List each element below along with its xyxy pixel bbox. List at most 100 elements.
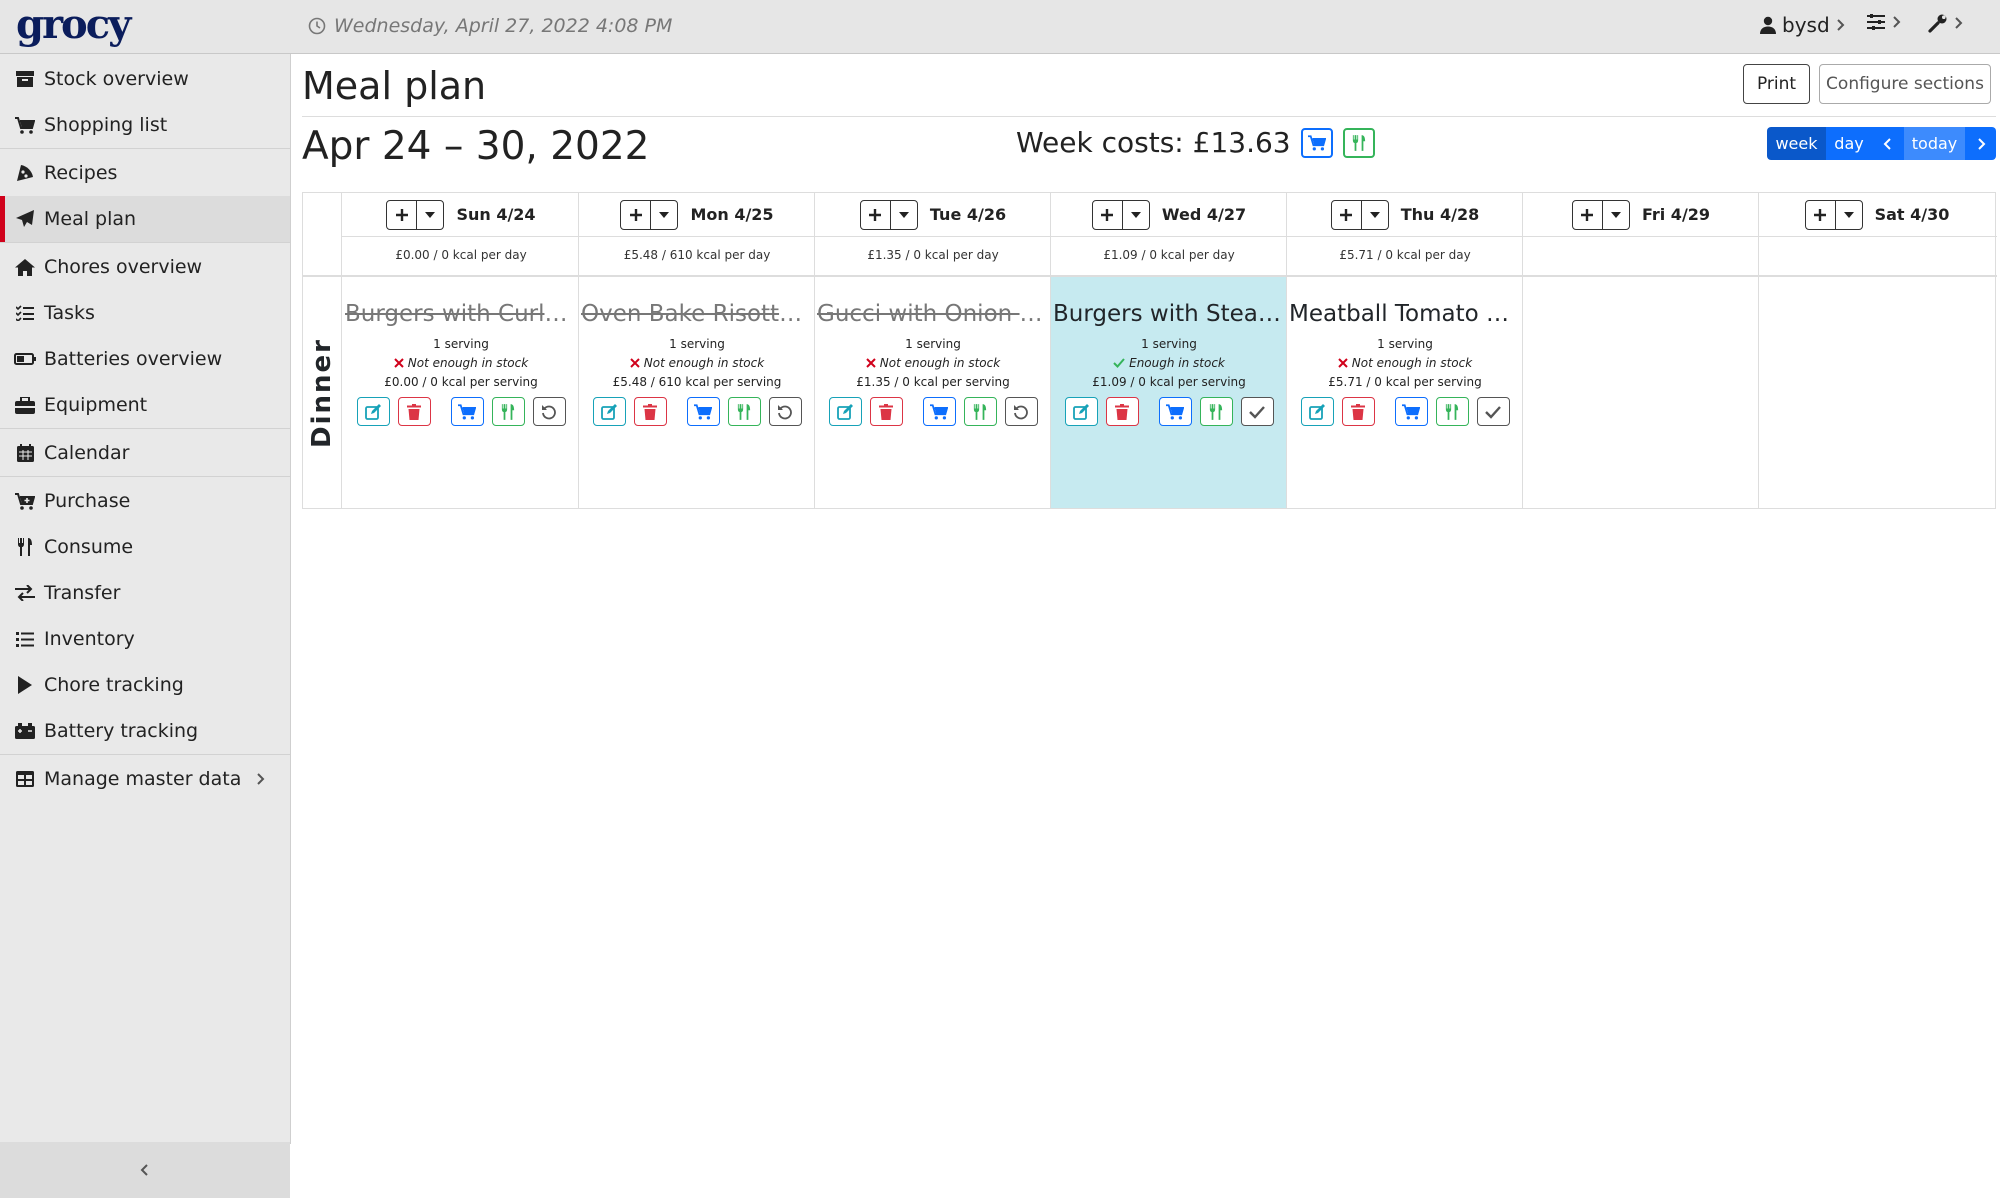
delete-meal-button[interactable] (1105, 397, 1139, 426)
add-to-shopping-list-button[interactable] (1158, 397, 1192, 426)
delete-meal-button[interactable] (1341, 397, 1375, 426)
add-to-shopping-list-button[interactable] (450, 397, 484, 426)
car-battery-icon (14, 723, 36, 739)
caret-down-icon (1130, 211, 1141, 218)
recipe-title[interactable]: Meatball Tomato Spaghetti (1287, 301, 1523, 327)
add-to-shopping-list-button[interactable] (686, 397, 720, 426)
add-to-shopping-list-button[interactable] (1394, 397, 1428, 426)
print-button[interactable]: Print (1743, 64, 1810, 104)
recipe-title[interactable]: Burgers with Steak Fries (1051, 301, 1287, 327)
sidebar-item-equipment[interactable]: Equipment (0, 382, 290, 428)
add-dropdown-button[interactable] (417, 201, 443, 229)
sidebar-item-inventory[interactable]: Inventory (0, 616, 290, 662)
add-to-shopping-list-button[interactable] (922, 397, 956, 426)
calendar-icon (14, 444, 36, 462)
add-dropdown-button[interactable] (1836, 201, 1862, 229)
sidebar-item-chores-overview[interactable]: Chores overview (0, 244, 290, 290)
edit-meal-button[interactable] (1300, 397, 1334, 426)
add-recipe-button[interactable] (1573, 200, 1603, 229)
delete-meal-button[interactable] (869, 397, 903, 426)
delete-meal-button[interactable] (633, 397, 667, 426)
sidebar-item-shopping-list[interactable]: Shopping list (0, 102, 290, 148)
sidebar-item-batteries-overview[interactable]: Batteries overview (0, 336, 290, 382)
next-week-button[interactable] (1965, 127, 1996, 160)
edit-meal-button[interactable] (1064, 397, 1098, 426)
sidebar-collapse-button[interactable] (0, 1142, 290, 1198)
recipe-servings: 1 serving (1377, 337, 1433, 351)
add-meal-button-group (386, 199, 445, 230)
consume-recipe-button[interactable] (727, 397, 761, 426)
add-dropdown-button[interactable] (651, 201, 677, 229)
sidebar-item-manage-master-data[interactable]: Manage master data (0, 756, 290, 802)
sidebar-item-purchase[interactable]: Purchase (0, 478, 290, 524)
chevron-right-icon (1977, 137, 1985, 150)
tasks-icon (14, 305, 36, 321)
sidebar-item-recipes[interactable]: Recipes (0, 150, 290, 196)
sidebar-item-chore-tracking[interactable]: Chore tracking (0, 662, 290, 708)
sidebar-item-label: Calendar (44, 442, 130, 464)
edit-meal-button[interactable] (356, 397, 390, 426)
sidebar-divider (0, 754, 290, 755)
add-dropdown-button[interactable] (1362, 201, 1388, 229)
edit-icon (601, 403, 617, 420)
add-dropdown-button[interactable] (1123, 201, 1149, 229)
today-button[interactable]: today (1904, 127, 1965, 160)
configure-sections-button[interactable]: Configure sections (1819, 64, 1991, 104)
sidebar-item-transfer[interactable]: Transfer (0, 570, 290, 616)
user-menu[interactable]: bysd (1760, 13, 1845, 37)
week-view-button[interactable]: week (1767, 127, 1826, 160)
add-recipe-button[interactable] (1093, 200, 1123, 229)
sidebar-item-meal-plan[interactable]: Meal plan (0, 196, 290, 242)
undo-done-button[interactable] (532, 397, 566, 426)
add-dropdown-button[interactable] (891, 201, 917, 229)
pizza-icon (14, 164, 36, 182)
mark-done-button[interactable] (1240, 397, 1274, 426)
consume-recipe-button[interactable] (963, 397, 997, 426)
add-meal-button-group (859, 199, 918, 230)
utensils-icon (501, 403, 515, 420)
add-recipe-button[interactable] (861, 200, 891, 229)
add-dropdown-button[interactable] (1603, 201, 1629, 229)
recipe-title[interactable]: Burgers with Curly Fries (343, 301, 579, 327)
undo-icon (1014, 404, 1028, 419)
consume-recipe-button[interactable] (1435, 397, 1469, 426)
add-meal-button-group (620, 199, 679, 230)
prev-week-button[interactable] (1872, 127, 1904, 160)
delete-meal-button[interactable] (397, 397, 431, 426)
meal-actions (343, 397, 579, 426)
recipe-title[interactable]: Gucci with Onion and Herbs (815, 301, 1051, 327)
sidebar-item-consume[interactable]: Consume (0, 524, 290, 570)
sidebar-item-stock-overview[interactable]: Stock overview (0, 56, 290, 102)
settings-menu[interactable] (1866, 13, 1901, 31)
add-recipe-button[interactable] (621, 200, 652, 229)
sidebar-item-tasks[interactable]: Tasks (0, 290, 290, 336)
add-recipe-button[interactable] (387, 200, 418, 229)
sidebar-item-battery-tracking[interactable]: Battery tracking (0, 708, 290, 754)
consume-recipe-button[interactable] (491, 397, 525, 426)
caret-down-icon (898, 211, 909, 218)
recipe-title[interactable]: Oven Bake Risotto (Vegetarian) (579, 301, 815, 327)
chevron-right-icon (1954, 16, 1963, 30)
add-week-to-shopping-list-button[interactable] (1300, 127, 1333, 158)
undo-done-button[interactable] (768, 397, 802, 426)
edit-meal-button[interactable] (828, 397, 862, 426)
meal-actions (815, 397, 1051, 426)
serving-cost: £5.71 / 0 kcal per serving (1328, 375, 1482, 389)
edit-meal-button[interactable] (592, 397, 626, 426)
consume-recipe-button[interactable] (1199, 397, 1233, 426)
tools-menu[interactable] (1928, 13, 1963, 33)
add-recipe-button[interactable] (1806, 200, 1836, 229)
mark-done-button[interactable] (1476, 397, 1510, 426)
day-cost (1759, 236, 1995, 273)
add-recipe-button[interactable] (1332, 200, 1362, 229)
day-cost: £5.71 / 0 kcal per day (1339, 247, 1471, 262)
undo-done-button[interactable] (1004, 397, 1038, 426)
grid-line (1050, 193, 1051, 508)
grocy-logo[interactable]: grocy (16, 2, 131, 48)
consume-week-button[interactable] (1342, 127, 1375, 158)
sidebar-item-calendar[interactable]: Calendar (0, 430, 290, 476)
day-view-button[interactable]: day (1826, 127, 1872, 160)
plus-icon (1339, 208, 1353, 222)
x-icon (1338, 358, 1348, 368)
meal-actions (579, 397, 815, 426)
